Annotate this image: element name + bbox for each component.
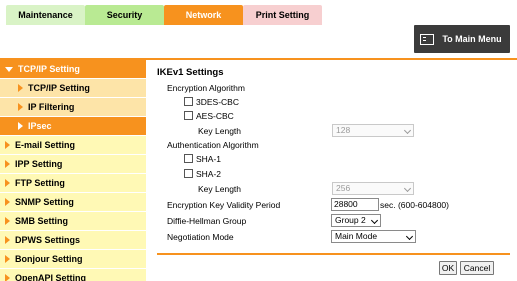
triangle-right-icon [5, 198, 10, 206]
sidebar-item-label: TCP/IP Setting [28, 82, 90, 93]
negotiation-mode-select[interactable]: Main Mode [331, 230, 416, 243]
tab-maintenance[interactable]: Maintenance [6, 5, 85, 25]
triangle-right-icon [18, 103, 23, 111]
to-main-menu-button[interactable]: To Main Menu [414, 25, 510, 53]
sha-2-checkbox[interactable] [184, 169, 193, 178]
aes-key-length-label: Key Length [198, 125, 242, 136]
cancel-button[interactable]: Cancel [460, 261, 494, 275]
chevron-down-icon [403, 126, 412, 135]
encryption-algorithm-label: Encryption Algorithm [167, 82, 245, 93]
footer-divider [157, 253, 510, 255]
sidebar-item-label: DPWS Settings [15, 234, 81, 245]
triangle-right-icon [5, 236, 10, 244]
sidebar-item-tcpip-setting-group[interactable]: TCP/IP Setting [0, 60, 146, 79]
sidebar-subitem-ipsec[interactable]: IPsec [0, 117, 146, 136]
sidebar: TCP/IP Setting TCP/IP Setting IP Filteri… [0, 60, 146, 281]
sidebar-item-snmp-setting[interactable]: SNMP Setting [0, 193, 146, 212]
option-sha-2[interactable]: SHA-2 [184, 166, 221, 181]
3des-cbc-checkbox[interactable] [184, 97, 193, 106]
sidebar-item-openapi-setting[interactable]: OpenAPI Setting [0, 269, 146, 281]
sidebar-item-label: SMB Setting [15, 215, 68, 226]
triangle-right-icon [18, 122, 23, 130]
sidebar-item-ftp-setting[interactable]: FTP Setting [0, 174, 146, 193]
validity-period-input[interactable]: 28800 [331, 198, 379, 211]
top-tabs: Maintenance Security Network Print Setti… [6, 5, 322, 25]
sha-1-label: SHA-1 [196, 153, 222, 164]
sidebar-subitem-tcpip-setting[interactable]: TCP/IP Setting [0, 79, 146, 98]
sidebar-item-dpws-settings[interactable]: DPWS Settings [0, 231, 146, 250]
triangle-right-icon [5, 179, 10, 187]
negotiation-mode-label: Negotiation Mode [167, 231, 234, 242]
tab-security[interactable]: Security [85, 5, 164, 25]
sha-2-label: SHA-2 [196, 168, 222, 179]
sha-key-length-label: Key Length [198, 183, 242, 194]
authentication-algorithm-label: Authentication Algorithm [167, 139, 259, 150]
sidebar-item-label: IPP Setting [15, 158, 63, 169]
tab-network[interactable]: Network [164, 5, 243, 25]
ok-button[interactable]: OK [439, 261, 457, 275]
validity-period-label: Encryption Key Validity Period [167, 199, 281, 210]
option-sha-1[interactable]: SHA-1 [184, 151, 221, 166]
3des-cbc-label: 3DES-CBC [196, 96, 239, 107]
triangle-right-icon [5, 160, 10, 168]
validity-period-unit: sec. (600-604800) [380, 199, 449, 210]
triangle-right-icon [5, 217, 10, 225]
sidebar-subitem-ip-filtering[interactable]: IP Filtering [0, 98, 146, 117]
sidebar-item-label: SNMP Setting [15, 196, 74, 207]
sidebar-item-label: FTP Setting [15, 177, 65, 188]
sidebar-item-email-setting[interactable]: E-mail Setting [0, 136, 146, 155]
sha-key-length-select[interactable]: 256 [332, 182, 414, 195]
page-title: IKEv1 Settings [157, 67, 224, 78]
triangle-down-icon [5, 66, 13, 72]
dh-group-label: Diffie-Hellman Group [167, 215, 247, 226]
chevron-down-icon [405, 232, 414, 241]
to-main-menu-label: To Main Menu [442, 34, 502, 44]
chevron-down-icon [403, 184, 412, 193]
sidebar-item-label: IP Filtering [28, 101, 75, 112]
sidebar-item-smb-setting[interactable]: SMB Setting [0, 212, 146, 231]
triangle-right-icon [5, 274, 10, 281]
option-3des-cbc[interactable]: 3DES-CBC [184, 94, 239, 109]
option-aes-cbc[interactable]: AES-CBC [184, 108, 234, 123]
chevron-down-icon [370, 216, 379, 225]
sidebar-item-ipp-setting[interactable]: IPP Setting [0, 155, 146, 174]
sidebar-item-label: TCP/IP Setting [18, 63, 80, 74]
triangle-right-icon [5, 255, 10, 263]
ikev1-settings-panel: IKEv1 Settings Encryption Algorithm 3DES… [157, 67, 507, 243]
sidebar-item-label: OpenAPI Setting [15, 272, 87, 281]
aes-key-length-select[interactable]: 128 [332, 124, 414, 137]
tab-print-setting[interactable]: Print Setting [243, 5, 322, 25]
dh-group-select[interactable]: Group 2 [331, 214, 381, 227]
aes-cbc-checkbox[interactable] [184, 111, 193, 120]
menu-icon [420, 33, 434, 45]
sidebar-item-label: IPsec [28, 120, 52, 131]
aes-cbc-label: AES-CBC [196, 110, 234, 121]
sidebar-item-bonjour-setting[interactable]: Bonjour Setting [0, 250, 146, 269]
sidebar-item-label: E-mail Setting [15, 139, 76, 150]
triangle-right-icon [5, 141, 10, 149]
triangle-right-icon [18, 84, 23, 92]
sidebar-item-label: Bonjour Setting [15, 253, 83, 264]
sha-1-checkbox[interactable] [184, 154, 193, 163]
